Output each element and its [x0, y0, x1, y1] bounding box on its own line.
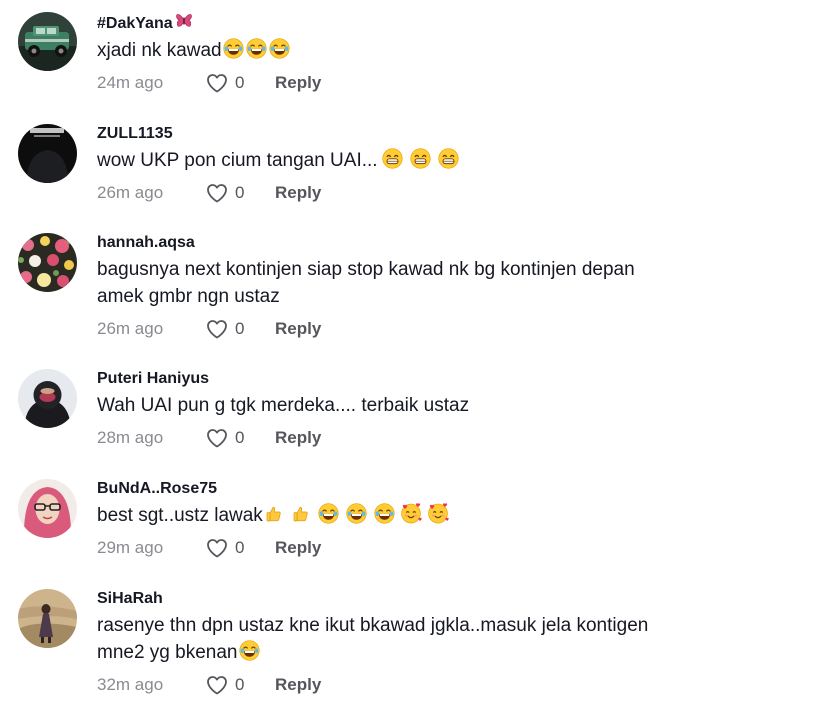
username[interactable]: #DakYana	[97, 12, 777, 34]
comment-text-content: wow UKP pon cium tangan UAI...	[97, 150, 378, 171]
comment-meta: 26m ago 0 Reply	[97, 317, 777, 341]
like-count: 0	[235, 319, 245, 338]
username[interactable]: Puteri Haniyus	[97, 369, 777, 389]
like-button[interactable]: 0	[205, 181, 275, 205]
reply-button[interactable]: Reply	[275, 183, 321, 203]
comment-meta: 32m ago 0 Reply	[97, 673, 777, 697]
timestamp: 29m ago	[97, 538, 164, 557]
comment-text: Wah UAI pun g tgk merdeka.... terbaik us…	[97, 395, 470, 416]
avatar[interactable]	[18, 12, 77, 71]
like-count: 0	[235, 538, 245, 557]
comment-body: ZULL1135 wow UKP pon cium tangan UAI... …	[97, 124, 777, 205]
reply-button[interactable]: Reply	[275, 675, 321, 695]
comment-text: bagusnya next kontinjen siap stop kawad …	[97, 256, 777, 310]
comment-body: SiHaRah rasenye thn dpn ustaz kne ikut b…	[97, 589, 777, 697]
comment-text: rasenye thn dpn ustaz kne ikut bkawad jg…	[97, 612, 777, 666]
avatar[interactable]	[18, 124, 77, 183]
comment-text-content: xjadi nk kawad	[97, 40, 222, 61]
like-button[interactable]: 0	[205, 71, 275, 95]
timestamp: 26m ago	[97, 183, 164, 202]
like-button[interactable]: 0	[205, 317, 275, 341]
reply-button[interactable]: Reply	[275, 319, 321, 339]
comment-text: best sgt..ustz lawak	[97, 502, 777, 529]
like-count: 0	[235, 73, 245, 92]
comment-text-line: mne2 yg bkenan	[97, 642, 238, 663]
laughing-emoji-icon	[223, 38, 244, 59]
comment-meta: 26m ago 0 Reply	[97, 181, 777, 205]
like-count: 0	[235, 183, 245, 202]
avatar[interactable]	[18, 233, 77, 292]
thumbs-up-emoji-icon	[264, 504, 284, 524]
username-text[interactable]: #DakYana	[97, 15, 173, 32]
comment-meta: 29m ago 0 Reply	[97, 536, 777, 560]
laughing-emoji-icon	[246, 38, 267, 59]
avatar[interactable]	[18, 479, 77, 538]
grinning-emoji-icon	[382, 148, 403, 169]
heart-icon	[205, 181, 229, 205]
comment-text: wow UKP pon cium tangan UAI...	[97, 147, 777, 174]
comment-body: #DakYana xjadi nk kawad 24m ago 0 Reply	[97, 12, 777, 95]
reply-button[interactable]: Reply	[275, 538, 321, 558]
thumbs-up-emoji-icon	[291, 504, 311, 524]
comment-body: hannah.aqsa bagusnya next kontinjen siap…	[97, 233, 777, 341]
username[interactable]: hannah.aqsa	[97, 233, 777, 253]
grinning-emoji-icon	[438, 148, 459, 169]
grinning-emoji-icon	[410, 148, 431, 169]
timestamp: 24m ago	[97, 73, 164, 92]
heart-icon	[205, 536, 229, 560]
comment-text-line: amek gmbr ngn ustaz	[97, 286, 280, 307]
reply-button[interactable]: Reply	[275, 73, 321, 93]
laughing-emoji-icon	[374, 503, 395, 524]
laughing-emoji-icon	[318, 503, 339, 524]
laughing-emoji-icon	[239, 640, 260, 661]
like-count: 0	[235, 675, 245, 694]
username[interactable]: ZULL1135	[97, 124, 777, 144]
comment-body: Puteri Haniyus Wah UAI pun g tgk merdeka…	[97, 369, 777, 450]
timestamp: 26m ago	[97, 319, 164, 338]
comment-meta: 24m ago 0 Reply	[97, 71, 777, 95]
comment-text-line: rasenye thn dpn ustaz kne ikut bkawad jg…	[97, 615, 649, 636]
avatar[interactable]	[18, 369, 77, 428]
username[interactable]: SiHaRah	[97, 589, 777, 609]
comment-meta: 28m ago 0 Reply	[97, 426, 777, 450]
avatar[interactable]	[18, 589, 77, 648]
smiling-hearts-emoji-icon	[400, 502, 422, 524]
reply-button[interactable]: Reply	[275, 428, 321, 448]
comment-body: BuNdA..Rose75 best sgt..ustz lawak 29m a…	[97, 479, 777, 560]
username[interactable]: BuNdA..Rose75	[97, 479, 777, 499]
laughing-emoji-icon	[269, 38, 290, 59]
heart-icon	[205, 673, 229, 697]
comment-text-line: bagusnya next kontinjen siap stop kawad …	[97, 259, 635, 280]
like-button[interactable]: 0	[205, 426, 275, 450]
heart-icon	[205, 71, 229, 95]
comment-text-content: best sgt..ustz lawak	[97, 505, 263, 526]
butterfly-icon	[175, 12, 193, 30]
timestamp: 32m ago	[97, 675, 164, 694]
like-button[interactable]: 0	[205, 536, 275, 560]
timestamp: 28m ago	[97, 428, 164, 447]
heart-icon	[205, 317, 229, 341]
like-count: 0	[235, 428, 245, 447]
like-button[interactable]: 0	[205, 673, 275, 697]
comment-text: xjadi nk kawad	[97, 37, 777, 64]
smiling-hearts-emoji-icon	[427, 502, 449, 524]
laughing-emoji-icon	[346, 503, 367, 524]
heart-icon	[205, 426, 229, 450]
